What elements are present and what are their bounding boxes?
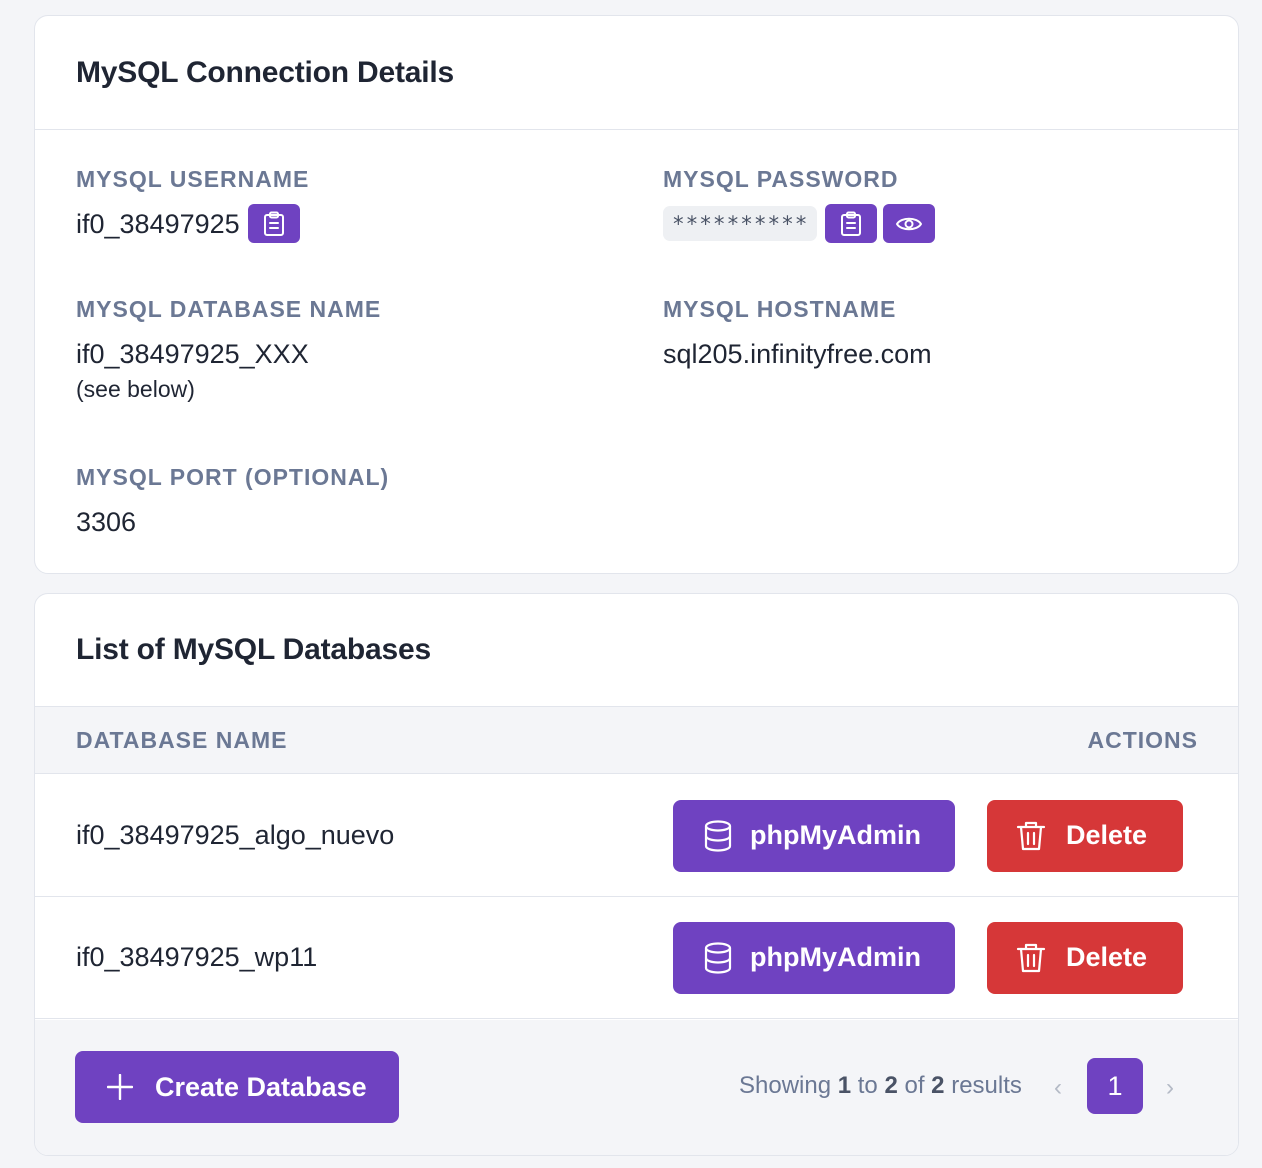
port-field: MYSQL PORT (OPTIONAL) 3306: [76, 463, 389, 538]
connection-details-card: MySQL Connection Details MYSQL USERNAME …: [34, 15, 1239, 574]
port-value: 3306: [76, 507, 137, 537]
delete-label: Delete: [1066, 820, 1148, 850]
username-label: MYSQL USERNAME: [76, 166, 310, 192]
password-field: MYSQL PASSWORD **********: [663, 165, 936, 243]
delete-button[interactable]: Delete: [987, 799, 1183, 872]
username-field: MYSQL USERNAME if0_38497925: [76, 165, 309, 243]
results-text: results: [951, 1072, 1022, 1099]
prev-page-icon[interactable]: ‹: [1054, 1074, 1062, 1102]
copy-username-button[interactable]: [247, 204, 300, 243]
database-list-header: List of MySQL Databases: [35, 594, 1238, 707]
port-label: MYSQL PORT (OPTIONAL): [76, 464, 390, 490]
hostname-label: MYSQL HOSTNAME: [663, 296, 897, 322]
dbname-note: (see below): [76, 376, 195, 402]
table-header: DATABASE NAME ACTIONS: [35, 707, 1238, 774]
trash-icon: [1016, 821, 1046, 850]
card-title: List of MySQL Databases: [76, 633, 431, 666]
hostname-field: MYSQL HOSTNAME sql205.infinityfree.com: [663, 295, 932, 370]
plus-icon: [107, 1074, 133, 1100]
create-database-button[interactable]: Create Database: [75, 1051, 399, 1123]
clipboard-icon: [263, 211, 284, 236]
database-list-card: List of MySQL Databases DATABASE NAME AC…: [34, 593, 1239, 1156]
phpmyadmin-button[interactable]: phpMyAdmin: [673, 799, 955, 872]
dbname-value: if0_38497925_XXX: [76, 339, 309, 369]
dbname-field: MYSQL DATABASE NAME if0_38497925_XXX (se…: [76, 295, 381, 403]
delete-label: Delete: [1066, 942, 1148, 972]
connection-details-header: MySQL Connection Details: [35, 16, 1238, 130]
range-from: 1: [837, 1072, 852, 1099]
phpmyadmin-button[interactable]: phpMyAdmin: [673, 921, 955, 994]
eye-icon: [896, 217, 923, 230]
range-to: 2: [884, 1072, 898, 1099]
password-masked: **********: [663, 206, 818, 241]
phpmyadmin-label: phpMyAdmin: [750, 942, 921, 972]
clipboard-icon: [841, 211, 862, 236]
column-database-name: DATABASE NAME: [76, 726, 288, 753]
page-button-current[interactable]: 1: [1087, 1058, 1143, 1114]
table-footer: Create Database Showing 1 to 2 of 2 resu…: [35, 1020, 1238, 1155]
to-text: to: [857, 1072, 878, 1099]
delete-button[interactable]: Delete: [987, 921, 1183, 994]
dbname-label: MYSQL DATABASE NAME: [76, 296, 382, 322]
total-count: 2: [931, 1072, 945, 1099]
card-title: MySQL Connection Details: [76, 55, 455, 89]
show-password-button[interactable]: [883, 204, 936, 243]
hostname-value: sql205.infinityfree.com: [663, 339, 932, 369]
pagination-summary: Showing 1 to 2 of 2 results: [739, 1072, 1022, 1100]
database-name: if0_38497925_algo_nuevo: [76, 820, 395, 850]
showing-text: Showing: [739, 1072, 832, 1099]
phpmyadmin-label: phpMyAdmin: [750, 820, 921, 850]
database-name: if0_38497925_wp11: [76, 942, 318, 972]
of-text: of: [904, 1072, 925, 1099]
column-actions: ACTIONS: [1087, 726, 1198, 753]
table-row: if0_38497925_wp11 phpMyAdmin Delete: [35, 897, 1238, 1019]
password-label: MYSQL PASSWORD: [663, 166, 899, 192]
create-database-label: Create Database: [155, 1071, 367, 1102]
next-page-icon[interactable]: ›: [1166, 1074, 1174, 1102]
table-row: if0_38497925_algo_nuevo phpMyAdmin Delet…: [35, 775, 1238, 897]
database-icon: [704, 941, 732, 974]
trash-icon: [1016, 943, 1046, 972]
database-icon: [704, 819, 732, 852]
copy-password-button[interactable]: [825, 204, 878, 243]
username-value: if0_38497925: [76, 208, 240, 239]
